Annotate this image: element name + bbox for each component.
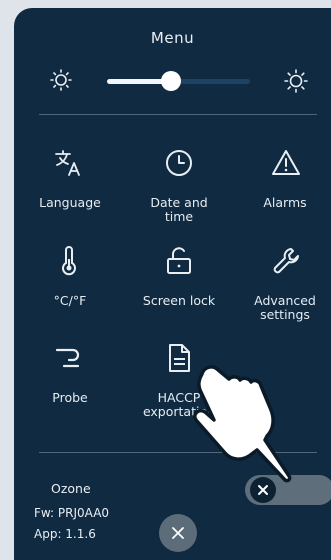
close-icon — [172, 527, 184, 539]
wrench-icon — [273, 248, 299, 274]
unlock-icon — [167, 247, 191, 274]
firmware-version: Fw: PRJ0AA0 — [34, 506, 110, 520]
tile-alarms[interactable]: Alarms — [234, 143, 331, 233]
divider — [39, 114, 317, 115]
thermometer-icon — [62, 246, 76, 276]
close-menu-button[interactable] — [159, 514, 197, 552]
menu-title: Menu — [150, 29, 195, 47]
clock-icon — [166, 150, 192, 176]
tile-label: Probe — [52, 390, 88, 405]
tile-label: Screen lock — [142, 293, 216, 308]
brightness-slider-handle[interactable] — [161, 71, 182, 91]
probe-icon — [55, 348, 80, 368]
sun-large-icon[interactable] — [284, 69, 308, 93]
warning-icon — [272, 150, 300, 175]
tile-label: Date and time — [150, 195, 208, 224]
tile-probe[interactable]: Probe — [14, 338, 126, 428]
tile-date-time[interactable]: Date and time — [124, 143, 234, 233]
tile-language[interactable]: Language — [14, 143, 126, 233]
app-version: App: 1.1.6 — [34, 527, 96, 541]
tile-label: Alarms — [263, 195, 307, 210]
tile-advanced-settings[interactable]: Advanced settings — [234, 241, 331, 331]
pointing-hand-icon — [193, 365, 292, 483]
translate-icon — [55, 150, 80, 176]
sun-small-icon[interactable] — [50, 69, 72, 91]
ozone-label: Ozone — [51, 481, 91, 496]
tile-label: °C/°F — [53, 293, 87, 308]
menu-panel: Menu Language Date and time Alarms °C/°F… — [14, 8, 331, 560]
tile-temperature-unit[interactable]: °C/°F — [14, 241, 126, 331]
tile-screen-lock[interactable]: Screen lock — [124, 241, 234, 331]
tile-label: Language — [39, 195, 101, 210]
tile-label: Advanced settings — [254, 293, 316, 322]
